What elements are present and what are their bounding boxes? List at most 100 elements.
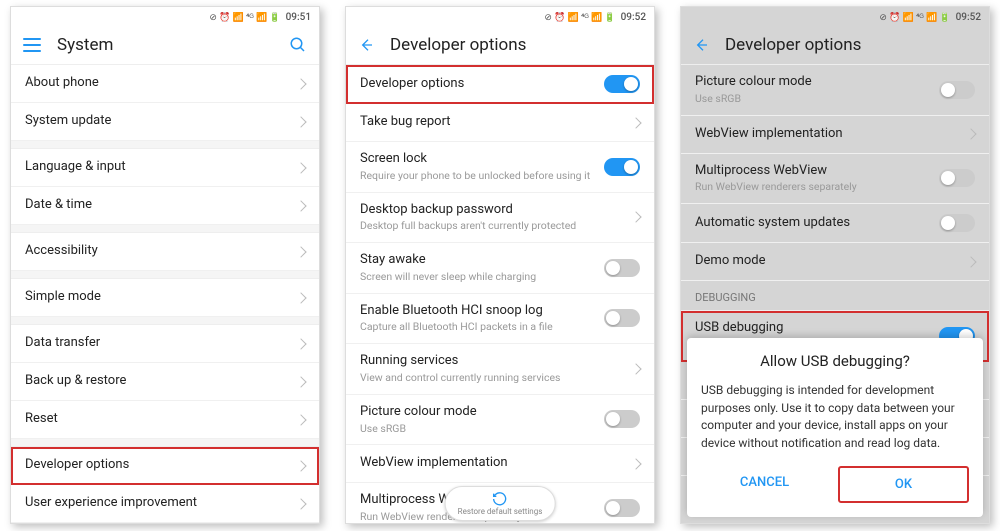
toggle-switch[interactable] [604,75,640,93]
row-title: Reset [25,411,287,428]
settings-row[interactable]: Developer options [346,65,654,104]
row-subtitle: Run WebView renderers separately [695,180,929,194]
section-gap [11,439,319,447]
row-title: Language & input [25,159,287,176]
toggle-switch[interactable] [939,169,975,187]
row-title: Stay awake [360,252,594,269]
section-gap [11,317,319,325]
row-title: Picture colour mode [695,74,929,91]
toggle-switch[interactable] [604,499,640,517]
row-subtitle: Use sRGB [360,422,594,436]
settings-row[interactable]: Reset [11,401,319,439]
settings-row[interactable]: WebView implementation [346,445,654,483]
settings-list: About phone System update Language & input… [11,65,319,523]
settings-row[interactable]: Enable Bluetooth HCI snoop logCapture al… [346,294,654,345]
row-title: User experience improvement [25,495,287,512]
settings-row[interactable]: Simple mode [11,279,319,317]
section-gap [11,271,319,279]
row-title: Developer options [25,457,287,474]
row-title: Running services [360,353,622,370]
row-subtitle: Require your phone to be unlocked before… [360,169,594,183]
settings-row[interactable]: Stay awakeScreen will never sleep while … [346,243,654,294]
row-title: Multiprocess WebView [695,163,929,180]
menu-icon[interactable] [23,38,41,52]
settings-row[interactable]: Back up & restore [11,363,319,401]
settings-row[interactable]: Accessibility [11,233,319,271]
row-title: About phone [25,75,287,92]
settings-row[interactable]: Screen lockRequire your phone to be unlo… [346,142,654,193]
row-title: USB debugging [695,320,929,337]
chevron-right-icon [295,162,306,173]
settings-row[interactable]: WebView implementation [681,116,989,154]
settings-row[interactable]: Data transfer [11,325,319,363]
settings-row[interactable]: Take bug report [346,104,654,142]
chevron-right-icon [295,338,306,349]
settings-row[interactable]: Desktop backup passwordDesktop full back… [346,193,654,244]
row-title: Desktop backup password [360,202,622,219]
screen-system: ⊘ ⏰ 📶 ⁴ᴳ 📶 🔋09:51 System About phoneSyst… [10,6,320,524]
chevron-right-icon [295,292,306,303]
restore-defaults-button[interactable]: Restore default settings [445,486,556,521]
row-subtitle: Desktop full backups aren't currently pr… [360,219,622,233]
search-icon[interactable] [289,36,307,54]
dialog-title: Allow USB debugging? [701,352,969,370]
chevron-right-icon [295,414,306,425]
settings-row[interactable]: Developer options [11,447,319,485]
ok-button[interactable]: OK [838,466,969,503]
chevron-right-icon [295,376,306,387]
status-bar: ⊘ ⏰ 📶 ⁴ᴳ 📶 🔋09:52 [681,7,989,25]
page-title: Developer options [725,35,977,55]
row-subtitle: Use sRGB [695,92,929,106]
row-title: Take bug report [360,114,622,131]
row-title: WebView implementation [695,126,957,143]
settings-row[interactable]: Demo mode [681,243,989,281]
chevron-right-icon [295,246,306,257]
row-subtitle: Screen will never sleep while charging [360,270,594,284]
settings-row[interactable]: Picture colour modeUse sRGB [681,65,989,116]
chevron-right-icon [630,212,641,223]
settings-row[interactable]: Date & time [11,187,319,225]
toggle-switch[interactable] [939,81,975,99]
toggle-switch[interactable] [604,158,640,176]
page-title: Developer options [390,35,642,55]
back-icon[interactable] [693,37,709,53]
row-title: WebView implementation [360,455,622,472]
toggle-switch[interactable] [604,410,640,428]
row-title: Accessibility [25,243,287,260]
settings-row[interactable]: Language & input [11,149,319,187]
row-title: Back up & restore [25,373,287,390]
settings-row[interactable]: Picture colour modeUse sRGB [346,395,654,446]
section-gap [11,225,319,233]
chevron-right-icon [295,498,306,509]
toggle-switch[interactable] [939,214,975,232]
settings-row[interactable]: Running servicesView and control current… [346,344,654,395]
settings-row[interactable]: About phone [11,65,319,103]
back-icon[interactable] [358,37,374,53]
header: Developer options [346,25,654,65]
row-title: Screen lock [360,151,594,168]
screen-usb-debugging: ⊘ ⏰ 📶 ⁴ᴳ 📶 🔋09:52 Developer options Pict… [680,6,990,524]
usb-debugging-dialog: Allow USB debugging? USB debugging is in… [687,338,983,517]
settings-row[interactable]: Automatic system updates [681,204,989,243]
row-title: Demo mode [695,253,957,270]
section-gap [11,141,319,149]
chevron-right-icon [965,128,976,139]
toggle-switch[interactable] [604,259,640,277]
chevron-right-icon [630,363,641,374]
row-title: Data transfer [25,335,287,352]
row-title: Picture colour mode [360,404,594,421]
cancel-button[interactable]: CANCEL [701,466,828,503]
row-title: System update [25,113,287,130]
row-title: Developer options [360,76,594,93]
settings-row[interactable]: System update [11,103,319,141]
row-subtitle: View and control currently running servi… [360,371,622,385]
row-title: Enable Bluetooth HCI snoop log [360,303,594,320]
chevron-right-icon [295,460,306,471]
settings-row[interactable]: Multiprocess WebViewRun WebView renderer… [681,154,989,205]
toggle-switch[interactable] [604,309,640,327]
settings-row[interactable]: User experience improvement [11,485,319,523]
row-subtitle: Capture all Bluetooth HCI packets in a f… [360,320,594,334]
screen-developer-options: ⊘ ⏰ 📶 ⁴ᴳ 📶 🔋09:52 Developer options Deve… [345,6,655,524]
chevron-right-icon [295,200,306,211]
chevron-right-icon [965,256,976,267]
